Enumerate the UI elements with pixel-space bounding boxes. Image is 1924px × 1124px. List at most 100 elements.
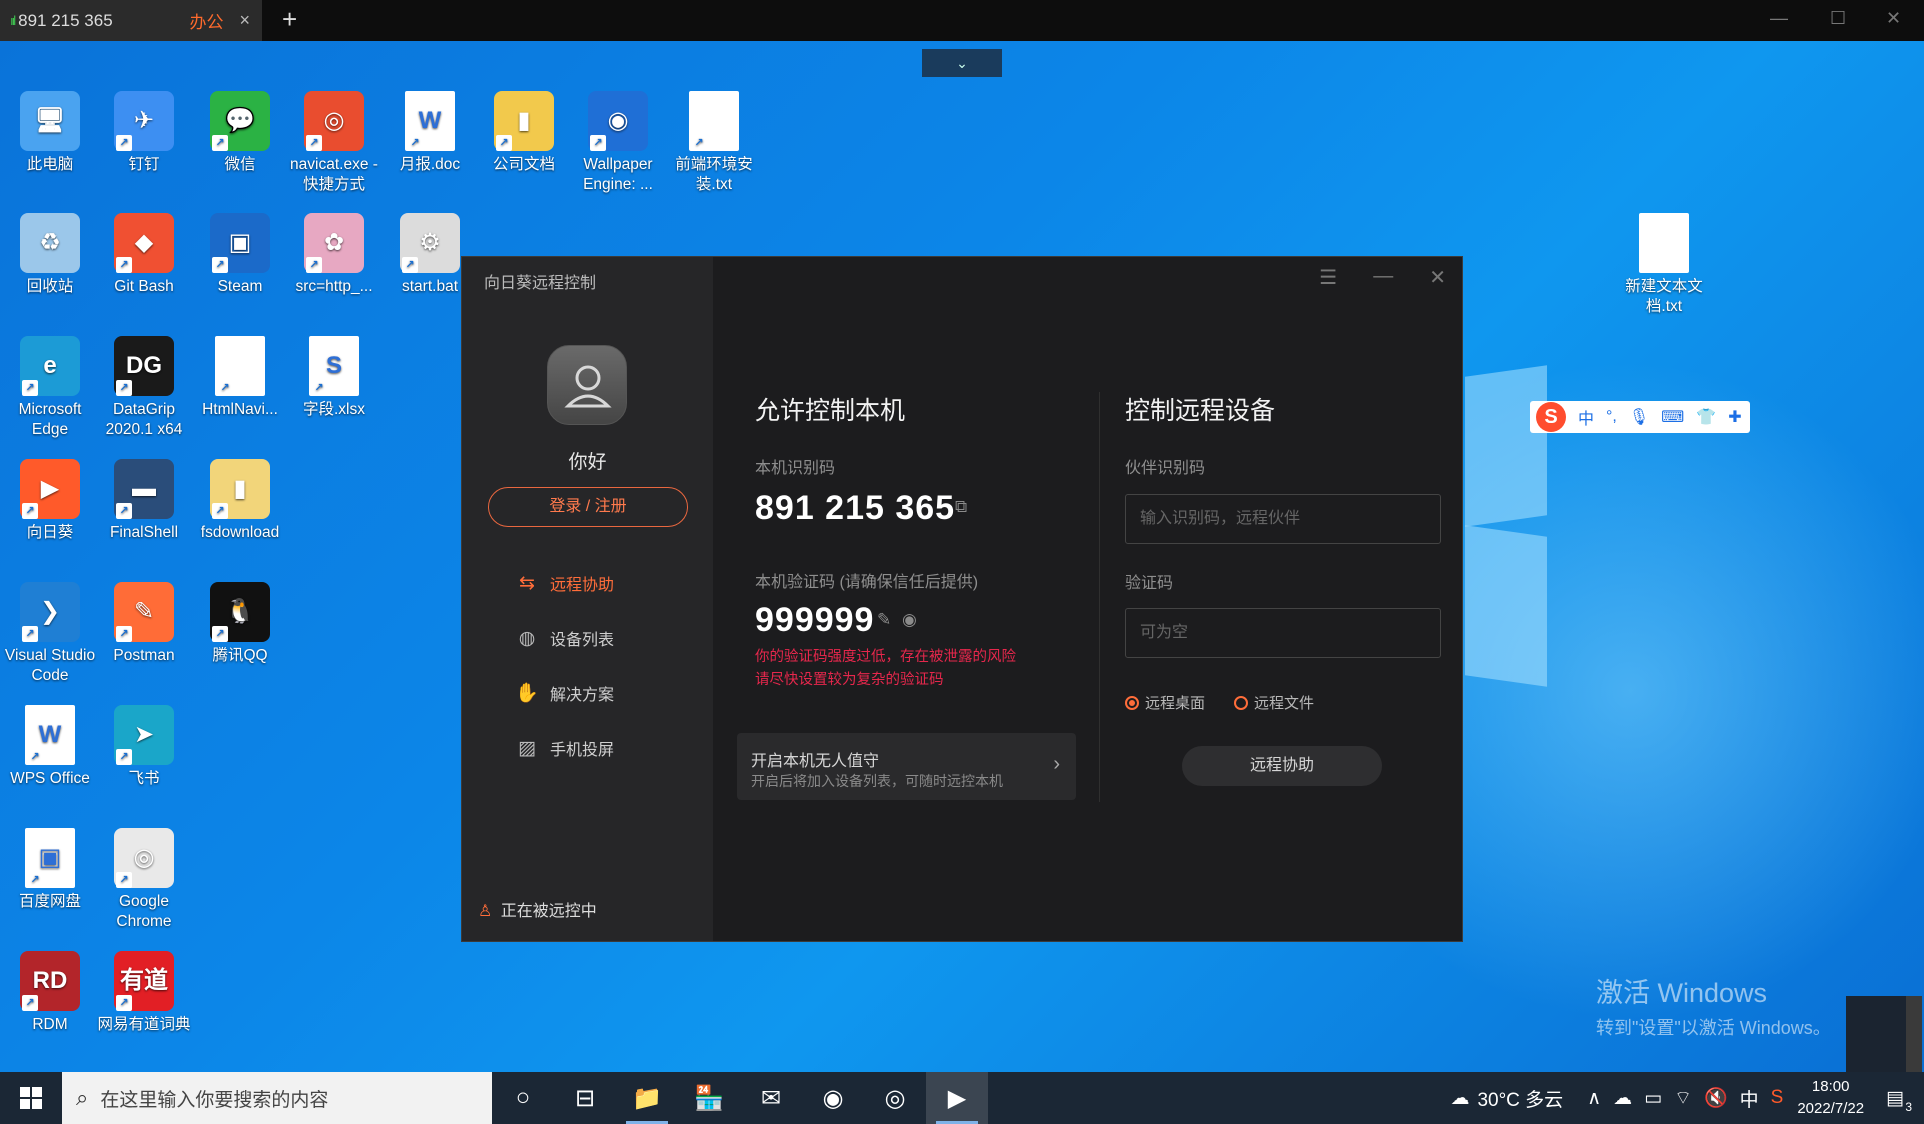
shortcut-arrow-icon: ↗ <box>212 503 228 519</box>
close-icon[interactable]: ✕ <box>1429 265 1446 290</box>
keyboard-icon[interactable]: ⌨ <box>1661 407 1684 427</box>
desktop-icon[interactable]: 💬 ↗ 微信 <box>192 91 288 175</box>
toolbar-collapse-tab[interactable]: ⌄ <box>922 49 1002 77</box>
minimize-icon[interactable]: — <box>1373 265 1393 290</box>
edge-icon[interactable]: ◉ <box>802 1072 864 1124</box>
app-icon <box>1639 213 1689 273</box>
notification-icon[interactable]: ▤ 3 <box>1886 1087 1912 1114</box>
remote-session-bar: ııl 891 215 365 办公 × + — ☐ ✕ <box>0 0 1924 41</box>
close-tab-icon[interactable]: × <box>239 10 250 31</box>
desktop-icon[interactable]: ❯ ↗ Visual Studio Code <box>2 582 98 686</box>
desktop-icon[interactable]: ↗ HtmlNavi... <box>192 336 288 420</box>
app-icon: ▮ ↗ <box>494 91 554 151</box>
desktop-icon[interactable]: ◎ ↗ navicat.exe - 快捷方式 <box>286 91 382 195</box>
desktop-icon[interactable]: 有道 ↗ 网易有道词典 <box>96 951 192 1035</box>
menu-icon[interactable]: ☰ <box>1319 265 1337 290</box>
desktop-icon[interactable]: ▶ ↗ 向日葵 <box>2 459 98 543</box>
ime-punct[interactable]: °, <box>1606 408 1617 426</box>
sogou-icon[interactable]: S <box>1536 402 1566 432</box>
clock[interactable]: 18:00 2022/7/22 <box>1797 1076 1864 1120</box>
mic-icon[interactable]: 🎙 <box>1629 407 1649 427</box>
desktop-icon[interactable]: W ↗ WPS Office <box>2 705 98 789</box>
toolbox-icon[interactable]: ✚ <box>1728 407 1741 427</box>
remote-assist-button[interactable]: 远程协助 <box>1182 746 1382 786</box>
desktop-icon[interactable]: ♻ 回收站 <box>2 213 98 297</box>
session-tab[interactable]: ııl 891 215 365 办公 × <box>0 0 262 41</box>
desktop-icon-label: 月报.doc <box>399 156 461 173</box>
desktop-icon[interactable]: S ↗ 字段.xlsx <box>286 336 382 420</box>
desktop-icon[interactable]: RD ↗ RDM <box>2 951 98 1035</box>
file-explorer-icon[interactable]: 📁 <box>616 1072 678 1124</box>
battery-icon[interactable]: ▭ <box>1644 1087 1662 1110</box>
copy-icon[interactable]: ⧉ <box>955 497 967 517</box>
ime-lang[interactable]: 中 <box>1578 405 1594 429</box>
input-lang[interactable]: 中 <box>1740 1085 1759 1112</box>
weather-text[interactable]: 30°C 多云 <box>1477 1085 1563 1112</box>
start-button[interactable] <box>0 1072 62 1124</box>
desktop-icon[interactable]: ◉ ↗ Wallpaper Engine: ... <box>570 91 666 195</box>
skin-icon[interactable]: 👕 <box>1696 407 1716 427</box>
volume-icon[interactable]: 🔇 <box>1704 1086 1728 1110</box>
store-icon[interactable]: 🏪 <box>678 1072 740 1124</box>
close-button[interactable]: ✕ <box>1886 8 1901 29</box>
ime-toolbar[interactable]: S 中 °, 🎙 ⌨ 👕 ✚ <box>1530 401 1750 433</box>
desktop-icon[interactable]: DG ↗ DataGrip 2020.1 x64 <box>96 336 192 440</box>
desktop-icon[interactable]: ✿ ↗ src=http_... <box>286 213 382 297</box>
partner-id-input[interactable]: 输入识别码，远程伙伴 <box>1125 494 1441 544</box>
desktop-icon[interactable]: ✈ ↗ 钉钉 <box>96 91 192 175</box>
shortcut-arrow-icon: ↗ <box>691 135 707 151</box>
desktop-icon[interactable]: ✎ ↗ Postman <box>96 582 192 666</box>
floating-widget[interactable] <box>1846 996 1922 1072</box>
shortcut-arrow-icon: ↗ <box>212 135 228 151</box>
app-icon: 🖥 <box>20 91 80 151</box>
radio-dot <box>1234 695 1248 710</box>
desktop-icon[interactable]: 🖥 此电脑 <box>2 91 98 175</box>
network-icon[interactable]: ⌔ <box>1674 1086 1692 1110</box>
nav-device-list[interactable]: ◍ 设备列表 <box>514 623 614 653</box>
avatar[interactable] <box>547 345 627 425</box>
radio-label: 远程桌面 <box>1145 695 1206 712</box>
desktop-icon-label: Microsoft Edge <box>18 401 82 438</box>
task-view-icon[interactable]: ⊟ <box>554 1072 616 1124</box>
login-register-button[interactable]: 登录 / 注册 <box>488 487 688 527</box>
desktop-icon[interactable]: W ↗ 月报.doc <box>382 91 478 175</box>
desktop-icon[interactable]: ▣ ↗ 百度网盘 <box>2 828 98 912</box>
desktop-icon[interactable]: ↗ 前端环境安装.txt <box>666 91 762 195</box>
desktop-icon-label: 此电脑 <box>26 156 74 173</box>
desktop-icon[interactable]: ◎ ↗ Google Chrome <box>96 828 192 932</box>
nav-solutions[interactable]: ✋ 解决方案 <box>514 678 614 708</box>
minimize-button[interactable]: — <box>1770 8 1788 29</box>
desktop-icon[interactable]: ▮ ↗ 公司文档 <box>476 91 572 175</box>
desktop-icon[interactable]: ◆ ↗ Git Bash <box>96 213 192 297</box>
radio-remote-desktop[interactable]: 远程桌面 <box>1125 692 1205 713</box>
chrome-icon[interactable]: ◎ <box>864 1072 926 1124</box>
allow-heading: 允许控制本机 <box>755 397 906 425</box>
cortana-icon[interactable]: ○ <box>492 1072 554 1124</box>
verify-code-label: 验证码 <box>1125 575 1174 592</box>
desktop-icon[interactable]: ➤ ↗ 飞书 <box>96 705 192 789</box>
sunlogin-taskbar-icon[interactable]: ▶ <box>926 1072 988 1124</box>
radio-remote-file[interactable]: 远程文件 <box>1234 692 1314 713</box>
sogou-tray-icon[interactable]: S <box>1771 1087 1784 1109</box>
desktop-icon[interactable]: e ↗ Microsoft Edge <box>2 336 98 440</box>
maximize-button[interactable]: ☐ <box>1830 8 1846 29</box>
desktop-icon[interactable]: 🐧 ↗ 腾讯QQ <box>192 582 288 666</box>
unattended-access-card[interactable]: 开启本机无人值守 开启后将加入设备列表，可随时远控本机 › <box>737 733 1076 800</box>
weather-icon[interactable]: ☁ <box>1450 1087 1469 1110</box>
desktop-icon[interactable]: ▬ ↗ FinalShell <box>96 459 192 543</box>
onedrive-icon[interactable]: ☁ <box>1613 1087 1632 1110</box>
new-tab-button[interactable]: + <box>282 6 297 32</box>
activation-watermark: 激活 Windows 转到"设置"以激活 Windows。 <box>1596 971 1831 1040</box>
eye-icon[interactable]: ◉ <box>902 610 917 630</box>
verify-code-input[interactable]: 可为空 <box>1125 608 1441 658</box>
nav-screen-cast[interactable]: ▨ 手机投屏 <box>514 733 614 763</box>
desktop-icon[interactable]: 新建文本文档.txt <box>1616 213 1712 317</box>
desktop-icon[interactable]: ▮ ↗ fsdownload <box>192 459 288 543</box>
time: 18:00 <box>1811 1078 1850 1095</box>
desktop-icon[interactable]: ▣ ↗ Steam <box>192 213 288 297</box>
nav-remote-assist[interactable]: ⇆ 远程协助 <box>514 568 614 598</box>
taskbar-search[interactable]: ⌕ 在这里输入你要搜索的内容 <box>62 1072 492 1124</box>
edit-icon[interactable]: ✎ <box>877 610 891 630</box>
chevron-up-icon[interactable]: ∧ <box>1587 1087 1601 1110</box>
mail-icon[interactable]: ✉ <box>740 1072 802 1124</box>
